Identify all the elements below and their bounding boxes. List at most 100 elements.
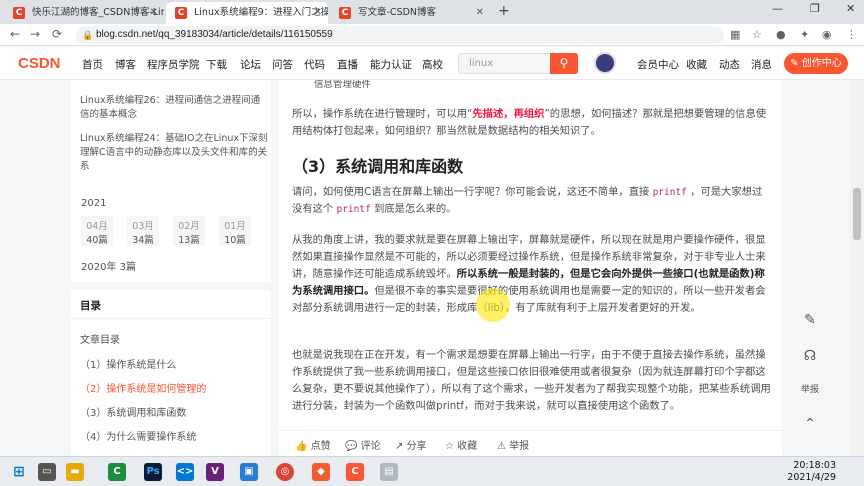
app-icon[interactable]: ▣ <box>240 463 258 481</box>
toc-subtitle: 文章目录 <box>80 335 120 346</box>
recent-article-link[interactable]: Linux系统编程26：进程间通信之进程间通信的基本概念 <box>80 94 268 122</box>
paragraph: 从我的角度上讲，我的要求就是要在屏幕上输出字，屏幕就是硬件，所以现在就是用户要操… <box>292 234 766 314</box>
create-center-button[interactable]: ✎ 创作中心 <box>784 53 848 74</box>
reload-icon[interactable]: ⟳ <box>52 27 62 41</box>
favorite-button[interactable]: ☆ 收藏 <box>445 437 477 452</box>
toc-item[interactable]: （1）操作系统是什么 <box>80 356 176 371</box>
tab-title: Linux系统编程9：进程入门之操作 <box>194 7 328 18</box>
task-view-icon[interactable]: ▭ <box>38 463 56 481</box>
inline-code: printf <box>652 187 687 198</box>
paragraph: 请问，如何使用C语言在屏幕上输出一行字呢？你可能会说，这还不简单，直接 prin… <box>292 186 763 215</box>
menu-icon[interactable]: ⋮ <box>846 28 857 41</box>
inline-code: printf <box>336 204 371 215</box>
nav-messages[interactable]: 消息 <box>751 57 772 72</box>
forward-icon[interactable]: → <box>30 27 40 41</box>
url-text: blog.csdn.net/qq_39183034/article/detail… <box>96 29 333 40</box>
recent-article-link[interactable]: Linux系统编程24：基础IO之在Linux下深刻理解C语言中的动静态库以及头… <box>80 132 268 174</box>
vscode-icon[interactable]: <> <box>176 463 194 481</box>
archive-month[interactable]: 04月 40篇 <box>81 216 113 246</box>
article-body: 信息管理硬件 所以，操作系统在进行管理时，可以用“先描述，再组织”的思想，如何描… <box>279 80 782 456</box>
back-icon[interactable]: ← <box>10 27 20 41</box>
nav-certification[interactable]: 能力认证 <box>370 57 412 72</box>
nav-activity[interactable]: 动态 <box>719 57 740 72</box>
nav-download[interactable]: 下载 <box>206 57 227 72</box>
qr-icon[interactable]: ▦ <box>730 28 740 41</box>
close-window-icon[interactable]: ✕ <box>846 2 855 15</box>
edit-note-icon[interactable]: ✎ <box>796 306 824 334</box>
close-tab-icon[interactable]: ✕ <box>476 2 484 24</box>
comment-button[interactable]: 💬 评论 <box>345 437 381 452</box>
minimize-icon[interactable]: — <box>772 2 783 15</box>
browser-tab-2[interactable]: C Linux系统编程9：进程入门之操作 ✕ <box>166 2 328 24</box>
archive-month[interactable]: 02月 13篇 <box>173 216 205 246</box>
search-button[interactable]: ⚲ <box>550 53 578 74</box>
csdn-app-icon[interactable]: C <box>346 463 364 481</box>
nav-home[interactable]: 首页 <box>82 57 103 72</box>
close-tab-icon[interactable]: ✕ <box>150 2 158 24</box>
file-explorer-icon[interactable]: ▬ <box>66 463 84 481</box>
csdn-favicon-icon: C <box>13 7 25 19</box>
extension-icon[interactable]: ● <box>776 28 786 41</box>
app-icon[interactable]: ▤ <box>380 463 398 481</box>
partial-text: 信息管理硬件 <box>314 80 372 90</box>
maximize-icon[interactable]: ❐ <box>810 2 820 15</box>
taskbar: ⊞ ▭ ▬ C Ps <> V ▣ ◎ ◆ C ▤ 20:18:03 2021/… <box>0 456 864 486</box>
nav-qa[interactable]: 问答 <box>272 57 293 72</box>
puzzle-icon[interactable]: ✦ <box>800 28 809 41</box>
share-button[interactable]: ↗ 分享 <box>395 437 427 452</box>
report-float-button[interactable]: 举报 <box>796 376 824 404</box>
back-to-top-icon[interactable]: ⌃ <box>796 410 824 438</box>
scrollbar[interactable] <box>850 80 864 456</box>
archive-month[interactable]: 03月 34篇 <box>127 216 159 246</box>
photoshop-icon[interactable]: Ps <box>144 463 162 481</box>
browser-tab-1[interactable]: C 快乐江湖的博客_CSDN博客-Linu ✕ <box>4 2 164 24</box>
divider <box>71 318 271 319</box>
tab-title: 写文章-CSDN博客 <box>358 7 437 18</box>
visual-studio-icon[interactable]: V <box>206 463 224 481</box>
sidebar: Linux系统编程26：进程间通信之进程间通信的基本概念 Linux系统编程24… <box>71 80 271 456</box>
nav-blog[interactable]: 博客 <box>115 57 136 72</box>
app-icon[interactable]: C <box>108 463 126 481</box>
nav-college[interactable]: 高校 <box>422 57 443 72</box>
scrollbar-thumb[interactable] <box>853 188 861 240</box>
nav-academy[interactable]: 程序员学院 <box>147 57 200 72</box>
chrome-icon[interactable]: ◎ <box>276 463 294 481</box>
bookmark-star-icon[interactable]: ☆ <box>752 28 762 41</box>
csdn-favicon-icon: C <box>175 7 187 19</box>
paragraph: 所以，操作系统在进行管理时，可以用“先描述，再组织”的思想，如何描述？那就是把想… <box>292 108 767 137</box>
headset-icon[interactable]: ☊ <box>796 342 824 370</box>
csdn-favicon-icon: C <box>339 7 351 19</box>
archive-2020[interactable]: 2020年 3篇 <box>81 258 136 273</box>
csdn-logo[interactable]: CSDN <box>18 55 61 72</box>
avatar[interactable] <box>594 52 616 74</box>
nav-vip[interactable]: 会员中心 <box>637 57 679 72</box>
browser-tab-strip: C 快乐江湖的博客_CSDN博客-Linu ✕ C Linux系统编程9：进程入… <box>0 0 864 24</box>
nav-live[interactable]: 直播 <box>337 57 358 72</box>
like-button[interactable]: 👍 点赞 <box>295 437 331 452</box>
toc-item[interactable]: （3）系统调用和库函数 <box>80 404 186 419</box>
browser-tab-3[interactable]: C 写文章-CSDN博客 ✕ <box>330 2 490 24</box>
windows-start-icon[interactable]: ⊞ <box>10 463 28 481</box>
profile-icon[interactable]: ◉ <box>822 28 832 41</box>
archive-card: Linux系统编程26：进程间通信之进程间通信的基本概念 Linux系统编程24… <box>71 80 271 282</box>
toc-item-current[interactable]: （2）操作系统是如何管理的 <box>80 380 206 395</box>
close-tab-icon[interactable]: ✕ <box>314 2 322 24</box>
toc-title: 目录 <box>80 300 101 312</box>
lock-icon: 🔒 <box>82 30 94 40</box>
nav-forum[interactable]: 论坛 <box>240 57 261 72</box>
paragraph: 也就是说我现在正在开发，有一个需求是想要在屏幕上输出一行字，由于不便于直接去操作… <box>292 349 771 412</box>
address-bar: ← → ⟳ 🔒 blog.csdn.net/qq_39183034/articl… <box>0 24 864 46</box>
toc-item[interactable]: （4）为什么需要操作系统 <box>80 428 196 443</box>
action-bar: 👍 点赞 💬 评论 ↗ 分享 ☆ 收藏 ⚠ 举报 <box>279 430 782 456</box>
archive-year[interactable]: 2021 <box>81 198 106 209</box>
csdn-navbar: CSDN 首页 博客 程序员学院 下载 论坛 问答 代码 直播 能力认证 高校 … <box>0 47 864 80</box>
archive-month[interactable]: 01月 10篇 <box>219 216 251 246</box>
url-input[interactable]: 🔒 blog.csdn.net/qq_39183034/article/deta… <box>76 26 724 44</box>
app-icon[interactable]: ◆ <box>312 463 330 481</box>
nav-favorites[interactable]: 收藏 <box>686 57 707 72</box>
report-button[interactable]: ⚠ 举报 <box>497 437 529 452</box>
toc-card: 目录 文章目录 （1）操作系统是什么 （2）操作系统是如何管理的 （3）系统调用… <box>71 290 271 456</box>
new-tab-icon[interactable]: + <box>498 3 510 19</box>
system-clock[interactable]: 20:18:03 2021/4/29 <box>766 460 836 484</box>
nav-code[interactable]: 代码 <box>304 57 325 72</box>
